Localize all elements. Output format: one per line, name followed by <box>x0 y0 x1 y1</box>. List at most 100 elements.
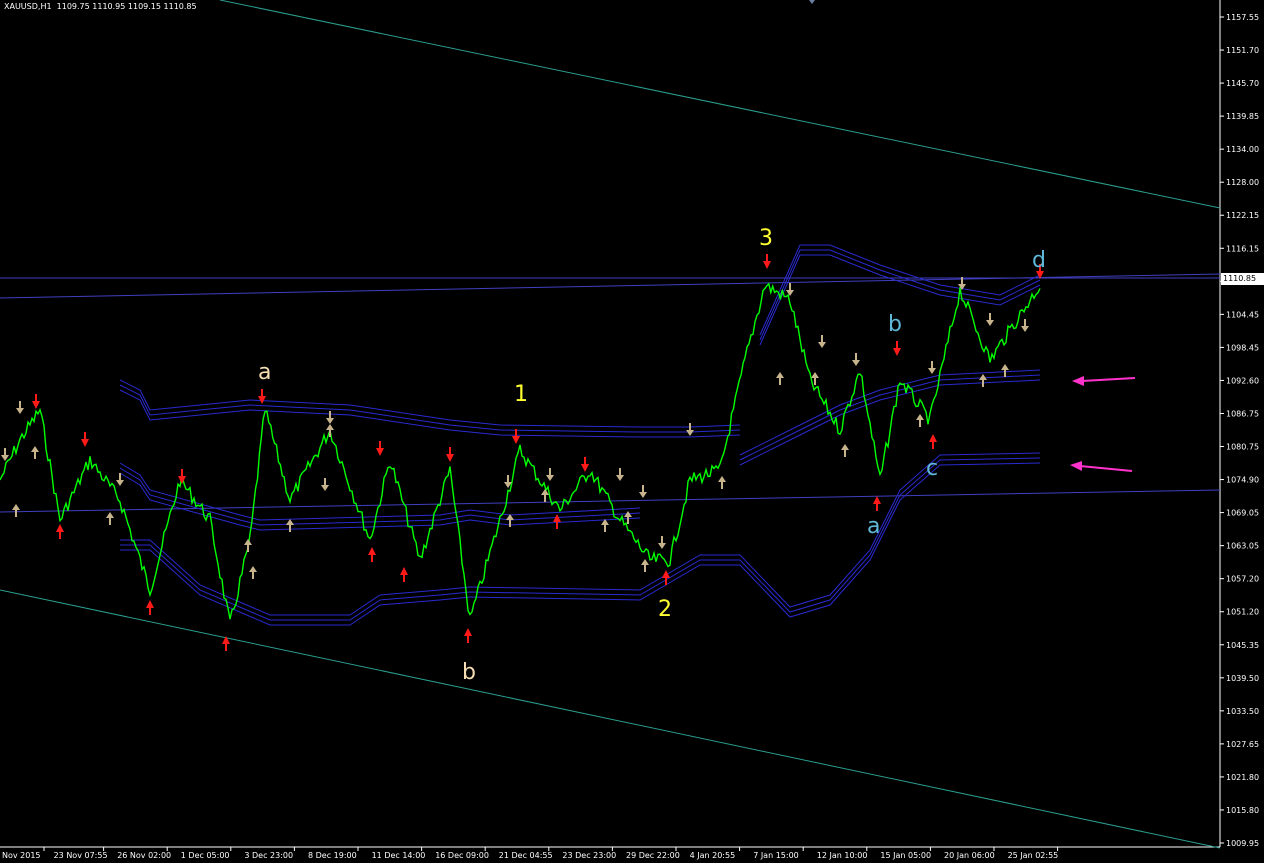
fractal-tan-up-arrow <box>776 372 784 385</box>
fractal-tan-down-arrow <box>616 468 624 481</box>
fractal-tan-down-arrow <box>658 536 666 549</box>
wave-label-1: 1 <box>514 382 528 407</box>
fractal-tan-down-arrow <box>1 448 9 461</box>
price-tick-label: 1033.50 <box>1226 707 1259 716</box>
price-tick-label: 1151.70 <box>1226 46 1259 55</box>
fractal-tan-up-arrow <box>249 566 257 579</box>
fractal-up-arrow <box>553 514 561 529</box>
fractal-tan-down-arrow <box>546 468 554 481</box>
price-line <box>0 282 1041 620</box>
price-tick-label: 1057.20 <box>1226 575 1259 584</box>
fractal-up-arrow <box>368 547 376 562</box>
fractal-tan-up-arrow <box>1001 364 1009 377</box>
lower-channel-line <box>0 589 1221 849</box>
fractal-tan-up-arrow <box>286 519 294 532</box>
time-tick-label: 1 Dec 05:00 <box>181 851 230 860</box>
fractal-tan-up-arrow <box>641 559 649 572</box>
price-tick-label: 1045.35 <box>1226 641 1259 650</box>
wave-label-a: a <box>258 360 272 385</box>
current-price-badge: 1110.85 <box>1221 273 1264 285</box>
price-tick-label: 1086.75 <box>1226 409 1259 418</box>
wave-label-b: b <box>888 312 902 337</box>
pink-arrow-lower-head <box>1070 461 1082 471</box>
fractal-tan-up-arrow <box>244 539 252 552</box>
fractal-tan-up-arrow <box>31 446 39 459</box>
fractal-tan-up-arrow <box>841 444 849 457</box>
fractal-tan-up-arrow <box>12 504 20 517</box>
fractal-tan-down-arrow <box>928 361 936 374</box>
time-tick-label: 8 Dec 19:00 <box>308 851 357 860</box>
fractal-tan-up-arrow <box>106 512 114 525</box>
price-tick-label: 1063.05 <box>1226 542 1259 551</box>
fractal-down-arrow <box>893 341 901 356</box>
fractal-tan-up-arrow <box>541 489 549 502</box>
price-tick-label: 1104.45 <box>1226 310 1259 319</box>
wave-label-c: c <box>926 456 939 481</box>
pink-arrow-upper-head <box>1072 376 1084 386</box>
top-marker-icon <box>809 0 815 4</box>
fractal-tan-up-arrow <box>624 511 632 524</box>
symbol-info-label: XAUUSD,H1 1109.75 1110.95 1109.15 1110.8… <box>4 2 197 11</box>
fractal-up-arrow <box>464 628 472 643</box>
time-tick-label: 12 Jan 10:00 <box>817 851 868 860</box>
fractal-up-arrow <box>929 434 937 449</box>
time-tick-label: 16 Dec 09:00 <box>435 851 489 860</box>
fractal-tan-down-arrow <box>852 353 860 366</box>
price-tick-label: 1039.50 <box>1226 674 1259 683</box>
fractal-tan-up-arrow <box>718 476 726 489</box>
price-tick-label: 1069.05 <box>1226 509 1259 518</box>
price-tick-label: 1015.80 <box>1226 806 1259 815</box>
price-tick-label: 1051.20 <box>1226 608 1259 617</box>
fractal-tan-up-arrow <box>601 519 609 532</box>
price-tick-label: 1134.00 <box>1226 145 1259 154</box>
upper-channel-line <box>219 0 1221 209</box>
fractal-down-arrow <box>32 394 40 409</box>
time-tick-label: 23 Dec 23:00 <box>562 851 616 860</box>
time-tick-label: Nov 2015 <box>2 851 41 860</box>
fractal-up-arrow <box>146 600 154 615</box>
fractal-tan-down-arrow <box>639 485 647 498</box>
time-tick-label: 11 Dec 14:00 <box>372 851 426 860</box>
fractal-tan-down-arrow <box>326 411 334 424</box>
band-upper-left <box>119 379 741 428</box>
fractal-down-arrow <box>446 447 454 462</box>
fractal-tan-down-arrow <box>1021 319 1029 332</box>
time-tick-label: 15 Jan 05:00 <box>880 851 931 860</box>
price-tick-label: 1021.80 <box>1226 773 1259 782</box>
pink-arrow-lower <box>1079 465 1133 472</box>
wave-label-a: a <box>867 514 881 539</box>
fractal-down-arrow <box>258 389 266 404</box>
price-tick-label: 1074.90 <box>1226 476 1259 485</box>
fractal-down-arrow <box>81 432 89 447</box>
fractal-down-arrow <box>581 457 589 472</box>
fractal-down-arrow <box>763 254 771 269</box>
time-tick-label: 21 Dec 04:55 <box>499 851 553 860</box>
price-chart[interactable]: 1157.55 1151.70 1145.70 1139.85 1134.00 1128.… <box>0 0 1264 863</box>
fractal-tan-up-arrow <box>916 414 924 427</box>
fractal-tan-up-arrow <box>979 374 987 387</box>
pink-arrow-upper <box>1081 377 1136 382</box>
fractal-up-arrow <box>873 496 881 511</box>
time-tick-label: 26 Nov 02:00 <box>117 851 171 860</box>
time-tick-label: 3 Dec 23:00 <box>244 851 293 860</box>
fractal-tan-down-arrow <box>16 401 24 414</box>
time-tick-label: 4 Jan 20:55 <box>690 851 736 860</box>
band-mid-left <box>119 462 641 521</box>
wave-label-2: 2 <box>658 597 672 622</box>
time-tick-label: 29 Dec 22:00 <box>626 851 680 860</box>
fractal-tan-down-arrow <box>321 478 329 491</box>
wave-label-3: 3 <box>759 226 773 251</box>
price-tick-label: 1027.65 <box>1226 740 1259 749</box>
price-tick-label: 1157.55 <box>1226 13 1259 22</box>
price-tick-label: 1116.15 <box>1226 244 1259 253</box>
price-tick-label: 1098.45 <box>1226 343 1259 352</box>
price-tick-label: 1080.75 <box>1226 443 1259 452</box>
time-tick-label: 25 Jan 02:55 <box>1008 851 1059 860</box>
price-tick-label: 1145.70 <box>1226 79 1259 88</box>
band-lower <box>120 462 1041 626</box>
band-lower <box>120 457 1041 621</box>
time-tick-label: 20 Jan 06:00 <box>944 851 995 860</box>
fractal-down-arrow <box>512 429 520 444</box>
price-tick-label: 1139.85 <box>1226 112 1259 121</box>
price-tick-label: 1122.15 <box>1226 211 1259 220</box>
